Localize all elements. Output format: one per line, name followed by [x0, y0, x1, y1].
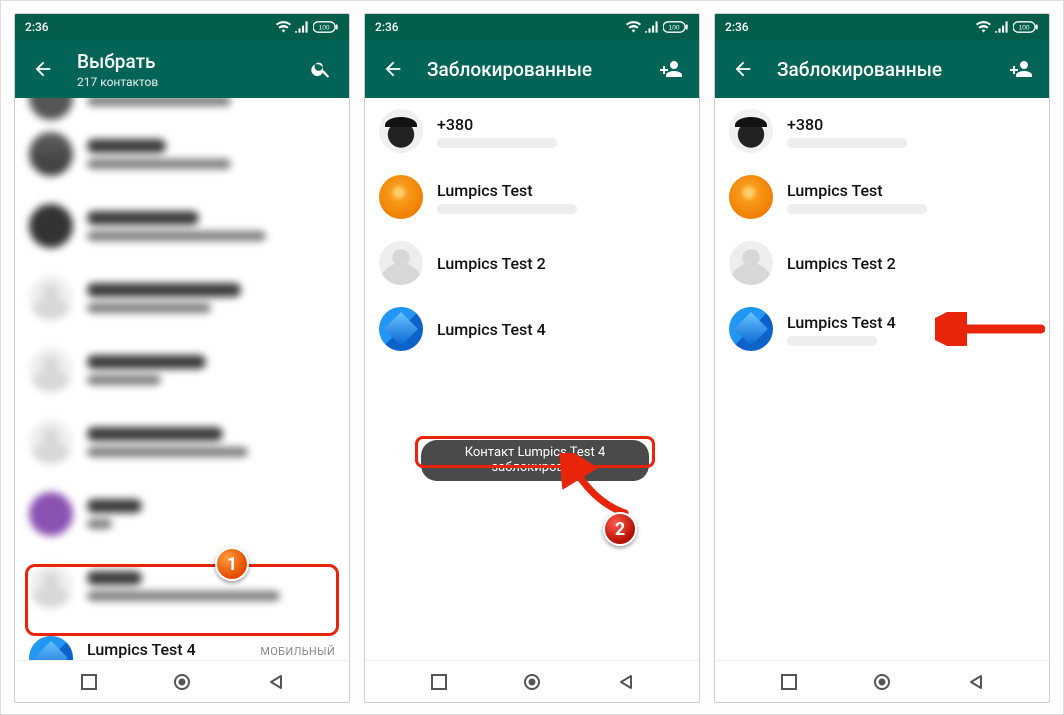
avatar-icon [379, 175, 423, 219]
screen-title: Выбрать [77, 50, 287, 73]
back-button[interactable] [29, 58, 57, 80]
avatar-icon [729, 241, 773, 285]
status-indicators: 100 [276, 21, 339, 33]
blocked-contact-lumpics-test-4[interactable]: Lumpics Test 4 [715, 296, 1049, 362]
contact-status-hidden [787, 204, 927, 214]
app-bar: Заблокированные [365, 40, 699, 98]
list-item[interactable] [15, 98, 349, 118]
nav-recents[interactable] [69, 674, 109, 690]
toast-message: Контакт Lumpics Test 4 заблокирован [421, 440, 649, 481]
nav-home[interactable] [862, 672, 902, 692]
contact-status-hidden [437, 204, 577, 214]
svg-text:100: 100 [319, 25, 330, 32]
list-item[interactable] [15, 118, 349, 190]
avatar-icon [379, 109, 423, 153]
status-indicators: 100 [626, 21, 689, 33]
blocked-contact[interactable]: +380 [365, 98, 699, 164]
blocked-contact[interactable]: Lumpics Test 2 [365, 230, 699, 296]
signal-icon [295, 21, 309, 33]
screen-contacts-picker: 2:36 100 Выбрать 217 контактов [14, 13, 350, 703]
status-indicators: 100 [976, 21, 1039, 33]
blocked-list[interactable]: +380 Lumpics Test Lumpics Test 2 Lumpics… [365, 98, 699, 660]
avatar-icon [379, 241, 423, 285]
svg-text:100: 100 [1019, 25, 1030, 32]
contact-name: Lumpics Test 2 [437, 254, 685, 273]
blocked-contact-lumpics-test-4[interactable]: Lumpics Test 4 [365, 296, 699, 362]
contact-status-hidden [787, 336, 877, 346]
blocked-contact[interactable]: Lumpics Test [715, 164, 1049, 230]
annotation-step-badge-2: 2 [603, 512, 637, 546]
avatar-icon [729, 307, 773, 351]
contact-name: Lumpics Test [437, 181, 685, 200]
battery-icon: 100 [313, 21, 339, 33]
list-item[interactable] [15, 334, 349, 406]
status-bar: 2:36 100 [715, 14, 1049, 40]
battery-icon: 100 [1013, 21, 1039, 33]
status-bar: 2:36 100 [365, 14, 699, 40]
search-button[interactable] [307, 58, 335, 80]
nav-back[interactable] [256, 674, 296, 690]
nav-back[interactable] [606, 674, 646, 690]
screen-title: Заблокированные [427, 58, 637, 81]
back-button[interactable] [379, 58, 407, 80]
contact-name: Lumpics Test [787, 181, 1035, 200]
nav-home[interactable] [162, 672, 202, 692]
contact-name: Lumpics Test 4 [787, 313, 1035, 332]
add-contact-button[interactable] [657, 57, 685, 81]
screen-blocked-with-toast: 2:36 100 Заблокированные +380 L [364, 13, 700, 703]
list-item[interactable] [15, 190, 349, 262]
contact-status-hidden [787, 138, 907, 148]
contact-name: +380 [437, 115, 685, 134]
screen-title: Заблокированные [777, 58, 987, 81]
avatar-icon [29, 636, 73, 660]
status-bar: 2:36 100 [15, 14, 349, 40]
list-item[interactable] [15, 478, 349, 550]
app-bar: Заблокированные [715, 40, 1049, 98]
blocked-contact[interactable]: Lumpics Test 2 [715, 230, 1049, 296]
system-nav-bar [365, 660, 699, 702]
annotation-step-badge-1: 1 [215, 547, 249, 581]
contact-name: +380 [787, 115, 1035, 134]
contact-name: Lumpics Test 4 [87, 640, 196, 659]
nav-recents[interactable] [769, 674, 809, 690]
list-item[interactable] [15, 550, 349, 622]
signal-icon [645, 21, 659, 33]
app-bar: Выбрать 217 контактов [15, 40, 349, 98]
contact-name: Lumpics Test 2 [787, 254, 1035, 273]
contacts-list[interactable]: Lumpics Test 4 МОБИЛЬНЫЙ Hey there! I am… [15, 98, 349, 660]
wifi-icon [276, 21, 291, 33]
status-time: 2:36 [725, 20, 749, 34]
contact-type: МОБИЛЬНЫЙ [260, 645, 335, 658]
avatar-icon [729, 175, 773, 219]
status-time: 2:36 [25, 20, 49, 34]
screen-blocked-final: 2:36 100 Заблокированные +380 L [714, 13, 1050, 703]
list-item[interactable] [15, 406, 349, 478]
blocked-contact[interactable]: +380 [715, 98, 1049, 164]
contact-lumpics-test-4[interactable]: Lumpics Test 4 МОБИЛЬНЫЙ Hey there! I am… [15, 622, 349, 660]
back-button[interactable] [729, 58, 757, 80]
add-contact-button[interactable] [1007, 57, 1035, 81]
contact-status-hidden [437, 138, 557, 148]
wifi-icon [626, 21, 641, 33]
avatar-icon [729, 109, 773, 153]
nav-recents[interactable] [419, 674, 459, 690]
screen-subtitle: 217 контактов [77, 75, 287, 89]
contact-name: Lumpics Test 4 [437, 320, 685, 339]
list-item[interactable] [15, 262, 349, 334]
wifi-icon [976, 21, 991, 33]
blocked-contact[interactable]: Lumpics Test [365, 164, 699, 230]
system-nav-bar [715, 660, 1049, 702]
signal-icon [995, 21, 1009, 33]
nav-back[interactable] [956, 674, 996, 690]
nav-home[interactable] [512, 672, 552, 692]
avatar-icon [379, 307, 423, 351]
blocked-list[interactable]: +380 Lumpics Test Lumpics Test 2 Lumpics… [715, 98, 1049, 660]
svg-text:100: 100 [669, 25, 680, 32]
status-time: 2:36 [375, 20, 399, 34]
battery-icon: 100 [663, 21, 689, 33]
system-nav-bar [15, 660, 349, 702]
